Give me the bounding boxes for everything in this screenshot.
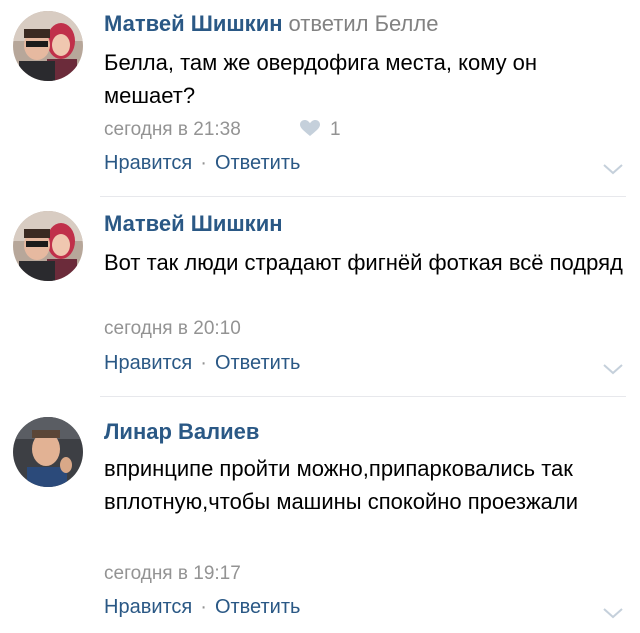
comment-time[interactable]: сегодня в 19:17	[104, 562, 241, 586]
comment: Матвей Шишкин Вот так люди страдают фигн…	[0, 200, 640, 390]
couple-photo-icon	[13, 11, 83, 81]
chevron-down-icon[interactable]	[602, 606, 624, 620]
like-button[interactable]: Нравится	[104, 596, 192, 618]
chevron-down-icon[interactable]	[602, 362, 624, 376]
comment-actions: Нравится · Ответить	[104, 594, 300, 620]
action-separator: ·	[200, 152, 207, 174]
like-button[interactable]: Нравится	[104, 152, 192, 174]
reply-button[interactable]: Ответить	[215, 352, 301, 374]
comment-text: Белла, там же овердофига места, кому он …	[104, 50, 538, 108]
comment-actions: Нравится · Ответить	[104, 350, 300, 376]
comments-list: Матвей Шишкин ответил Белле Белла, там же…	[0, 0, 640, 633]
comment-header: Матвей Шишкин	[104, 210, 283, 238]
reply-to-label[interactable]: ответил Белле	[289, 11, 439, 36]
couple-photo-icon	[13, 211, 83, 281]
avatar[interactable]	[13, 11, 83, 81]
author-name[interactable]: Линар Валиев	[104, 419, 259, 444]
man-photo-icon	[13, 417, 83, 487]
avatar[interactable]	[13, 211, 83, 281]
reply-button[interactable]: Ответить	[215, 152, 301, 174]
avatar[interactable]	[13, 417, 83, 487]
comment: Матвей Шишкин ответил Белле Белла, там же…	[0, 0, 640, 190]
action-separator: ·	[200, 596, 207, 618]
heart-icon	[300, 120, 320, 136]
chevron-down-icon[interactable]	[602, 162, 624, 176]
comment-actions: Нравится · Ответить	[104, 150, 300, 176]
divider	[100, 396, 626, 397]
comment-time[interactable]: сегодня в 20:10	[104, 317, 241, 341]
action-separator: ·	[200, 352, 207, 374]
reply-button[interactable]: Ответить	[215, 596, 301, 618]
divider	[100, 196, 626, 197]
like-button[interactable]: Нравится	[104, 352, 192, 374]
like-count-value: 1	[330, 119, 341, 140]
comment-header: Линар Валиев	[104, 418, 259, 446]
like-count[interactable]: 1	[300, 118, 341, 142]
comment: Линар Валиев впринципе пройти можно,прип…	[0, 400, 640, 633]
comment-time[interactable]: сегодня в 21:38	[104, 118, 241, 142]
comment-text: впринципе пройти можно,припарковались та…	[104, 456, 579, 514]
author-name[interactable]: Матвей Шишкин	[104, 11, 283, 36]
author-name[interactable]: Матвей Шишкин	[104, 211, 283, 236]
comment-header: Матвей Шишкин ответил Белле	[104, 10, 438, 38]
comment-text: Вот так люди страдают фигнёй фоткая всё …	[104, 250, 623, 275]
